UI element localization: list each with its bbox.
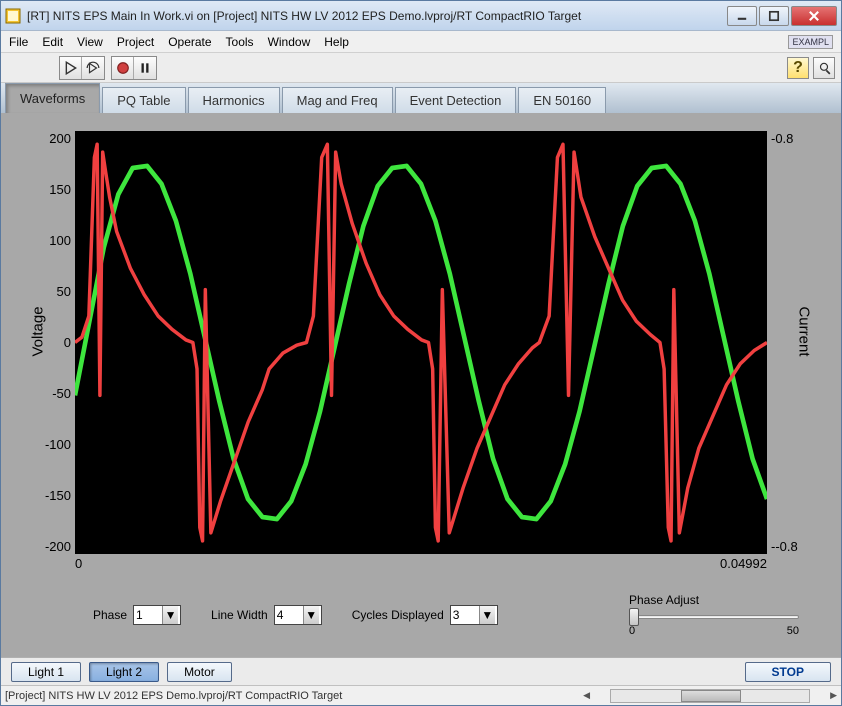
y-tick: -150 — [45, 488, 71, 503]
window-title: [RT] NITS EPS Main In Work.vi on [Projec… — [27, 9, 727, 23]
abort-button[interactable] — [112, 57, 134, 79]
status-scrollbar[interactable] — [610, 689, 810, 703]
tab-waveforms[interactable]: Waveforms — [5, 83, 100, 113]
y-tick: 100 — [49, 233, 71, 248]
tab-bar: Waveforms PQ Table Harmonics Mag and Fre… — [1, 83, 841, 113]
tab-mag-and-freq[interactable]: Mag and Freq — [282, 87, 393, 113]
maximize-button[interactable] — [759, 6, 789, 26]
tab-pq-table[interactable]: PQ Table — [102, 87, 185, 113]
dropdown-arrow-icon: ▼ — [162, 606, 178, 624]
light2-button[interactable]: Light 2 — [89, 662, 159, 682]
controls-row: Phase 1 ▼ Line Width 4 ▼ Cycles Displaye… — [23, 593, 819, 645]
menubar: File Edit View Project Operate Tools Win… — [1, 31, 841, 53]
x-tick-max: 0.04992 — [720, 556, 767, 571]
minimize-button[interactable] — [727, 6, 757, 26]
y-tick: 50 — [57, 284, 71, 299]
tab-harmonics[interactable]: Harmonics — [188, 87, 280, 113]
menu-view[interactable]: View — [77, 35, 103, 49]
content-area: Voltage 200 150 100 50 0 -50 -100 -150 -… — [1, 113, 841, 657]
menu-operate[interactable]: Operate — [168, 35, 211, 49]
motor-button[interactable]: Motor — [167, 662, 232, 682]
run-continuous-button[interactable] — [82, 57, 104, 79]
phase-value: 1 — [136, 608, 143, 622]
y-tick: -100 — [45, 437, 71, 452]
x-tick-min: 0 — [75, 556, 82, 571]
menu-file[interactable]: File — [9, 35, 28, 49]
run-button[interactable] — [60, 57, 82, 79]
bottom-bar: Light 1 Light 2 Motor STOP — [1, 657, 841, 685]
stop-button[interactable]: STOP — [745, 662, 831, 682]
menu-project[interactable]: Project — [117, 35, 154, 49]
slider-min: 0 — [629, 625, 635, 637]
example-badge: EXAMPL — [788, 35, 833, 49]
linewidth-label: Line Width — [211, 608, 268, 622]
cycles-select[interactable]: 3 ▼ — [450, 605, 498, 625]
linewidth-select[interactable]: 4 ▼ — [274, 605, 322, 625]
window: [RT] NITS EPS Main In Work.vi on [Projec… — [0, 0, 842, 706]
phase-select[interactable]: 1 ▼ — [133, 605, 181, 625]
phase-adjust-slider[interactable] — [629, 609, 799, 623]
y-tick: -0.8 — [771, 131, 793, 146]
y-right-axis-label: Current — [795, 306, 812, 356]
menu-window[interactable]: Window — [268, 35, 311, 49]
scrollbar-thumb-icon[interactable] — [681, 690, 741, 702]
slider-thumb-icon[interactable] — [629, 608, 639, 626]
cycles-label: Cycles Displayed — [352, 608, 444, 622]
light1-button[interactable]: Light 1 — [11, 662, 81, 682]
y-tick: 200 — [49, 131, 71, 146]
waveform-plot[interactable] — [75, 131, 767, 554]
status-text: [Project] NITS HW LV 2012 EPS Demo.lvpro… — [5, 690, 583, 702]
app-icon — [5, 8, 21, 24]
context-help-button[interactable] — [813, 57, 835, 79]
status-arrow-left-icon[interactable]: ◀ — [583, 690, 590, 701]
toolbar: ? — [1, 53, 841, 83]
phase-label: Phase — [93, 608, 127, 622]
tab-event-detection[interactable]: Event Detection — [395, 87, 517, 113]
y-tick: -50 — [52, 386, 71, 401]
status-arrow-right-icon[interactable]: ▶ — [830, 690, 837, 701]
y-tick: 0 — [64, 335, 71, 350]
x-ticks: 0 0.04992 — [23, 556, 819, 571]
y-left-axis-label: Voltage — [30, 306, 47, 356]
dropdown-arrow-icon: ▼ — [303, 606, 319, 624]
pause-button[interactable] — [134, 57, 156, 79]
dropdown-arrow-icon: ▼ — [479, 606, 495, 624]
y-tick: 150 — [49, 182, 71, 197]
status-bar: [Project] NITS HW LV 2012 EPS Demo.lvpro… — [1, 685, 841, 705]
close-button[interactable] — [791, 6, 837, 26]
linewidth-value: 4 — [277, 608, 284, 622]
slider-max: 50 — [787, 625, 799, 637]
menu-tools[interactable]: Tools — [226, 35, 254, 49]
y-tick: --0.8 — [771, 539, 798, 554]
cycles-value: 3 — [453, 608, 460, 622]
chart-area: Voltage 200 150 100 50 0 -50 -100 -150 -… — [23, 131, 819, 554]
menu-edit[interactable]: Edit — [42, 35, 63, 49]
tab-en-50160[interactable]: EN 50160 — [518, 87, 606, 113]
menu-help[interactable]: Help — [324, 35, 349, 49]
y-tick: -200 — [45, 539, 71, 554]
phase-adjust-label: Phase Adjust — [629, 593, 799, 607]
help-button[interactable]: ? — [787, 57, 809, 79]
titlebar: [RT] NITS EPS Main In Work.vi on [Projec… — [1, 1, 841, 31]
